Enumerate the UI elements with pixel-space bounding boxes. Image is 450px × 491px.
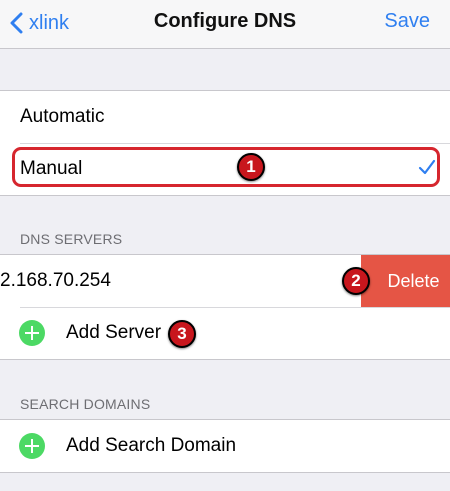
plus-circle-icon (19, 320, 45, 346)
option-automatic-label: Automatic (20, 106, 105, 127)
navigation-bar: xlink Configure DNS Save (0, 0, 450, 49)
dns-servers-header: DNS SERVERS (20, 231, 123, 247)
dns-server-address: 2.168.70.254 (0, 270, 111, 291)
annotation-badge-1: 1 (237, 153, 265, 181)
add-server-label: Add Server (66, 322, 162, 343)
plus-circle-icon (19, 433, 45, 459)
search-domains-header: SEARCH DOMAINS (20, 396, 151, 412)
add-server-row[interactable]: Add Server (0, 307, 450, 359)
dns-server-row[interactable]: 2.168.70.254 Delete (0, 255, 450, 307)
annotation-badge-3: 3 (168, 320, 196, 348)
add-search-domain-row[interactable]: Add Search Domain (0, 420, 450, 472)
delete-button[interactable]: Delete (361, 255, 450, 307)
delete-button-label: Delete (387, 270, 440, 291)
save-button[interactable]: Save (384, 10, 430, 33)
page-title: Configure DNS (153, 10, 297, 32)
dns-servers-group: 2.168.70.254 Delete Add Server (0, 254, 450, 360)
add-search-domain-label: Add Search Domain (66, 435, 237, 456)
manual-highlight-box (12, 147, 440, 187)
annotation-badge-2: 2 (342, 267, 370, 295)
option-automatic[interactable]: Automatic (0, 91, 450, 143)
search-domains-group: Add Search Domain (0, 419, 450, 473)
